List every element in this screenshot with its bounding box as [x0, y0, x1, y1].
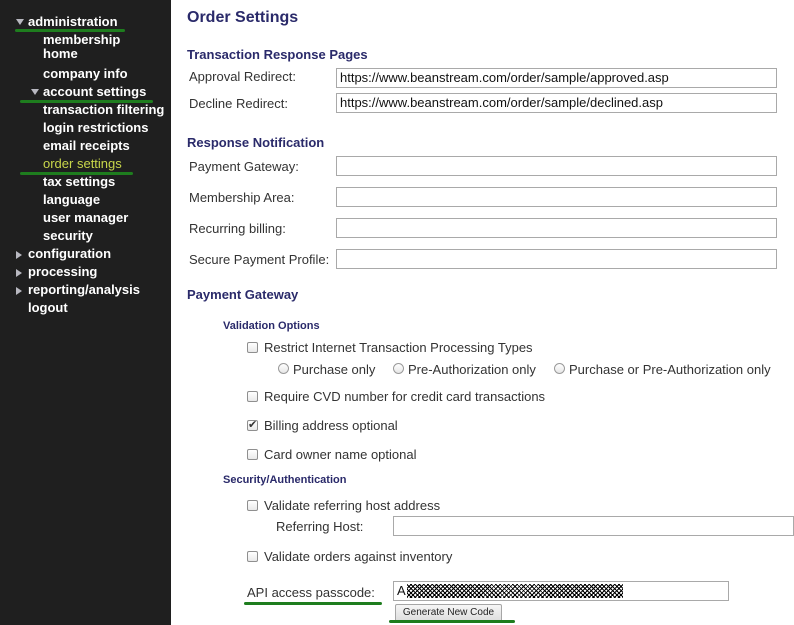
checkmark-icon: ✔	[248, 419, 258, 431]
sidebar-item-company-info[interactable]: company info	[43, 67, 128, 81]
billing-address-optional-checkbox[interactable]: ✔	[247, 419, 258, 431]
section-heading: Transaction Response Pages	[187, 47, 368, 62]
sidebar-item-user-manager[interactable]: user manager	[43, 211, 128, 225]
sidebar-item-processing[interactable]: processing	[28, 265, 97, 279]
referring-host-input[interactable]	[393, 516, 794, 536]
card-owner-optional-checkbox[interactable]	[247, 449, 258, 460]
purchase-only-radio[interactable]	[278, 363, 289, 374]
collapsed-arrow-icon[interactable]	[16, 287, 22, 295]
section-heading: Response Notification	[187, 135, 325, 150]
decline-redirect-label: Decline Redirect:	[189, 96, 288, 111]
card-owner-optional-label: Card owner name optional	[264, 447, 417, 462]
sidebar-item-label: membership	[43, 32, 121, 47]
sidebar-item-administration[interactable]: administration	[28, 15, 118, 29]
approval-redirect-label: Approval Redirect:	[189, 69, 296, 84]
purchase-only-label: Purchase only	[293, 362, 376, 377]
sidebar-item-transaction-filtering[interactable]: transaction filtering	[43, 103, 164, 117]
highlight-underline	[244, 602, 382, 605]
restrict-types-checkbox[interactable]	[247, 342, 258, 353]
validate-inventory-label: Validate orders against inventory	[264, 549, 453, 564]
highlight-underline	[389, 620, 515, 623]
purchase-or-preauth-label: Purchase or Pre-Authorization only	[569, 362, 771, 377]
preauth-only-label: Pre-Authorization only	[408, 362, 536, 377]
validate-inventory-checkbox[interactable]	[247, 551, 258, 562]
membership-area-label: Membership Area:	[189, 190, 295, 205]
referring-host-label: Referring Host:	[276, 519, 364, 534]
validate-host-label: Validate referring host address	[264, 498, 441, 513]
payment-gateway-input[interactable]	[336, 156, 777, 176]
expand-arrow-icon[interactable]	[16, 19, 24, 25]
recurring-billing-label: Recurring billing:	[189, 221, 286, 236]
decline-redirect-input[interactable]: https://www.beanstream.com/order/sample/…	[336, 93, 777, 113]
sidebar-item-logout[interactable]: logout	[28, 301, 68, 315]
sidebar-item-order-settings[interactable]: order settings	[43, 157, 122, 171]
preauth-only-radio[interactable]	[393, 363, 404, 374]
main-content: Order Settings Transaction Response Page…	[171, 0, 794, 625]
sidebar-item-email-receipts[interactable]: email receipts	[43, 139, 130, 153]
collapsed-arrow-icon[interactable]	[16, 251, 22, 259]
expand-arrow-icon[interactable]	[31, 89, 39, 95]
sidebar-item-reporting-analysis[interactable]: reporting/analysis	[28, 283, 140, 297]
sidebar-item-configuration[interactable]: configuration	[28, 247, 111, 261]
api-passcode-value: A	[397, 583, 406, 598]
require-cvd-label: Require CVD number for credit card trans…	[264, 389, 546, 404]
page-title: Order Settings	[187, 9, 299, 26]
recurring-billing-input[interactable]	[336, 218, 777, 238]
approval-redirect-input[interactable]: https://www.beanstream.com/order/sample/…	[336, 68, 777, 88]
sidebar-item-tax-settings[interactable]: tax settings	[43, 175, 115, 189]
secure-payment-profile-input[interactable]	[336, 249, 777, 269]
billing-address-optional-label: Billing address optional	[264, 418, 398, 433]
section-heading: Payment Gateway	[187, 287, 299, 302]
sidebar: administration membership home company i…	[0, 0, 171, 625]
secure-payment-profile-label: Secure Payment Profile:	[189, 252, 330, 267]
sidebar-item-language[interactable]: language	[43, 193, 100, 207]
sidebar-item-security[interactable]: security	[43, 229, 93, 243]
redaction-scribble	[407, 584, 623, 598]
api-passcode-label: API access passcode:	[247, 585, 375, 600]
security-authentication-heading: Security/Authentication	[223, 474, 347, 486]
collapsed-arrow-icon[interactable]	[16, 269, 22, 277]
sidebar-item-login-restrictions[interactable]: login restrictions	[43, 121, 148, 135]
sidebar-item-label: home	[43, 46, 78, 61]
purchase-or-preauth-radio[interactable]	[554, 363, 565, 374]
validate-host-checkbox[interactable]	[247, 500, 258, 511]
payment-gateway-label: Payment Gateway:	[189, 159, 299, 174]
require-cvd-checkbox[interactable]	[247, 391, 258, 402]
sidebar-item-membership-home[interactable]: membership home	[43, 33, 120, 61]
membership-area-input[interactable]	[336, 187, 777, 207]
restrict-types-label: Restrict Internet Transaction Processing…	[264, 340, 533, 355]
validation-options-heading: Validation Options	[223, 320, 320, 332]
sidebar-item-account-settings[interactable]: account settings	[43, 85, 146, 99]
